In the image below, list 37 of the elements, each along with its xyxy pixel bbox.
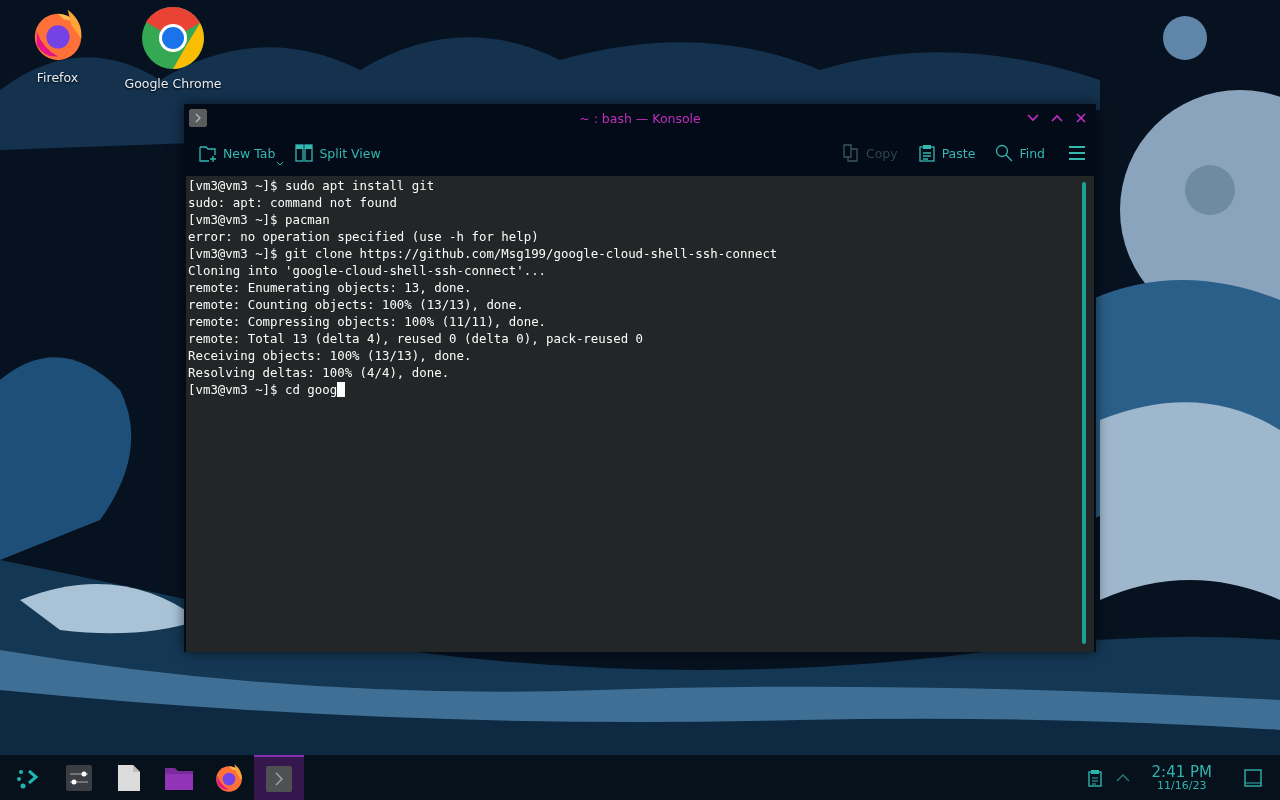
clock-time[interactable]: 2:41 PM (1151, 763, 1212, 780)
window-title: ~ : bash — Konsole (579, 110, 701, 126)
sliders-icon (65, 763, 93, 792)
menu-icon[interactable] (1068, 145, 1086, 161)
desktop-shortcut[interactable]: Google Chrome (115, 6, 231, 91)
terminal-line: [vm3@vm3 ~]$ pacman (188, 211, 330, 228)
terminal-line: [vm3@vm3 ~]$ git clone https://github.com/Msg199/google-cloud-shell-ssh-connect (188, 245, 778, 262)
split-view-icon (295, 144, 314, 162)
terminal-line: remote: Enumerating objects: 13, done. (188, 279, 472, 296)
chrome-icon[interactable] (141, 6, 205, 70)
caret-icon[interactable] (1115, 772, 1130, 783)
clipboard-icon[interactable] (1087, 768, 1102, 787)
terminal-line: remote: Total 13 (delta 4), reused 0 (delta 0), pack-reused 0 (188, 330, 644, 347)
clock-date[interactable]: 11/16/23 (1157, 779, 1207, 792)
terminal-icon (265, 764, 293, 793)
close-icon[interactable] (1074, 111, 1088, 125)
terminal-line: Receiving objects: 100% (13/13), done. (188, 347, 472, 364)
document-icon (117, 763, 141, 792)
terminal-line: remote: Counting objects: 100% (13/13), done. (188, 296, 524, 313)
paste-button[interactable]: Paste (914, 140, 979, 166)
firefox-icon (213, 761, 245, 794)
terminal-line: sudo: apt: command not found (188, 194, 397, 211)
terminal-line: [vm3@vm3 ~]$ cd goog (188, 381, 338, 398)
split-button[interactable]: Split View (292, 140, 384, 166)
terminal-line: Cloning into 'google-cloud-shell-ssh-connect'... (188, 262, 547, 279)
find-button[interactable]: Find (992, 140, 1048, 166)
show-desktop-icon[interactable] (1244, 768, 1262, 787)
paste-icon (917, 144, 936, 162)
search-icon (995, 144, 1014, 162)
terminal-line: remote: Compressing objects: 100% (11/11), done. (188, 313, 547, 330)
scrollbar[interactable] (1082, 182, 1086, 644)
terminal-line: error: no operation specified (use -h for help) (188, 228, 539, 245)
terminal-line: [vm3@vm3 ~]$ sudo apt install git (188, 177, 435, 194)
terminal-line: Resolving deltas: 100% (4/4), done. (188, 364, 450, 381)
terminal-icon (189, 109, 207, 127)
desktop-shortcut[interactable]: Firefox (0, 6, 115, 91)
copy-icon (841, 144, 860, 162)
